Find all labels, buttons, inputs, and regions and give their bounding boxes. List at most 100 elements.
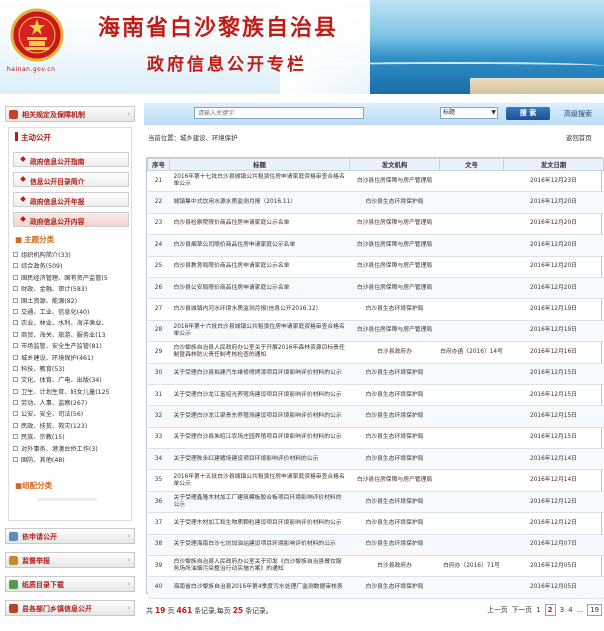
row-title-link[interactable]: 2016年第十六批白沙县城镇公共租赁住房申请家庭资格审查合格名单公示 <box>169 320 350 343</box>
topic-item[interactable]: 商贸、海关、旅游、服务业(13 <box>13 330 127 341</box>
row-number: 36 <box>147 491 170 514</box>
row-title-link[interactable]: 白沙县公安局限价商品住房申请家庭公示名单 <box>169 277 350 300</box>
chevron-right-icon: › <box>127 604 130 612</box>
topic-item[interactable]: 卫生、计划生育、妇女儿童(125 <box>13 387 127 398</box>
row-title-link[interactable]: 白沙黎族自治县人民政府办公室关于开展2016年森林资源目标责任制暨森林防火责任制… <box>169 341 350 364</box>
row-title-link[interactable]: 城镇集中式饮用水源水质监测月报（2016.11） <box>169 191 350 214</box>
next-page-link[interactable]: 下一页 <box>512 604 532 614</box>
table-row[interactable]: 22 城镇集中式饮用水源水质监测月报（2016.11） 白沙县生态环境保护局 2016… <box>147 191 604 214</box>
row-title-link[interactable]: 白沙县教育局限价商品住房申请家庭公示名单 <box>169 256 350 278</box>
search-field-select[interactable]: 标题 ▼ <box>440 107 498 119</box>
row-doc-no <box>439 363 504 385</box>
sidebar-section-regulations[interactable]: 相关规定及保障机制 › <box>5 106 135 122</box>
site-domain: hainan.gov.cn <box>7 66 56 73</box>
row-number: 26 <box>147 277 170 300</box>
sidebar-section-on-request[interactable]: 依申请公开 › <box>5 528 135 544</box>
table-row[interactable]: 26 白沙县公安局限价商品住房申请家庭公示名单 白沙县住房保障与房产管理局 2016年… <box>147 277 604 300</box>
row-title-link[interactable]: 关于受理陈永红建猪场建设项目环境影响评价材料的公示 <box>169 448 350 471</box>
row-title-link[interactable]: 白沙县城镇内河水环境水质监测月报(信息公开2016.12） <box>169 298 350 321</box>
row-title-link[interactable]: 2016年第十七批白沙县城镇公共租赁住房申请家庭资格审查合格名单公示 <box>169 170 350 193</box>
table-row[interactable]: 38 关于受理海南白沙七坊加油站建设项目环境影响评价材料的公示 白沙县生态环境保护局… <box>147 534 604 557</box>
topic-item[interactable]: 交通、工业、信息化(40) <box>13 307 127 318</box>
table-row[interactable]: 32 关于受理白沙龙江梁贵东养殖场建设项目环境影响评价材料的公示 白沙县生态环境保护… <box>147 405 604 428</box>
search-input[interactable] <box>194 107 364 119</box>
sidebar-section-catalog-download[interactable]: 纸质目录下载 › <box>5 576 135 592</box>
group-category-heading[interactable]: ■组配分类 <box>15 480 52 491</box>
table-row[interactable]: 33 关于受理白沙县朱昭江农场庄园养殖项目环境影响评价材料的公示 白沙县生态环境保护… <box>147 427 604 450</box>
table-row[interactable]: 35 2016年第十五批白沙县城镇公共租赁住房申请家庭资格审查合格名单公示 白沙县住… <box>147 469 604 492</box>
topic-item[interactable]: 科技、教育(53) <box>13 364 127 375</box>
row-doc-no <box>439 405 504 428</box>
per-page: 25 <box>232 606 244 615</box>
page-link[interactable]: 3 <box>560 606 564 614</box>
last-page-link[interactable]: 19 <box>587 604 602 616</box>
row-doc-no <box>439 170 504 193</box>
page-link[interactable]: 4 <box>568 606 572 614</box>
row-number: 37 <box>147 512 170 535</box>
main-open-panel: 主动公开 政府信息公开指南 信息公开目录简介 政府信息公开年报 政府信息公开内容… <box>8 127 132 521</box>
row-title-link[interactable]: 关于受理白沙龙江梁贵东养殖场建设项目环境影响评价材料的公示 <box>169 405 350 428</box>
row-title-link[interactable]: 2016年第十五批白沙县城镇公共租赁住房申请家庭资格审查合格名单公示 <box>169 469 350 492</box>
row-title-link[interactable]: 关于受理海南白沙七坊加油站建设项目环境影响评价材料的公示 <box>169 534 350 557</box>
topic-item[interactable]: 文化、体育、广电、出版(34) <box>13 375 127 386</box>
row-title-link[interactable]: 海南省白沙黎族自治县2016年第4季度污水处理厂监测数据审核表 <box>169 576 350 599</box>
row-date: 2016年12月20日 <box>503 234 604 257</box>
nav-annual-report-button[interactable]: 政府信息公开年报 <box>13 192 129 207</box>
row-title-link[interactable]: 关于受理木材加工和生物质颗粒建设项目环境影响评价材料的公示 <box>169 512 350 535</box>
row-org: 白沙县住房保障与房产管理局 <box>349 256 440 278</box>
prev-page-link[interactable]: 上一页 <box>487 604 507 614</box>
table-row[interactable]: 37 关于受理木材加工和生物质颗粒建设项目环境影响评价材料的公示 白沙县生态环境保护… <box>147 512 604 535</box>
nav-guide-button[interactable]: 政府信息公开指南 <box>13 152 129 167</box>
table-row[interactable]: 30 关于受理白沙县拟建汽车维修喷烤漆项目环境影响评价材料的公示 白沙县生态环境保护… <box>147 363 604 385</box>
row-doc-no <box>439 448 504 471</box>
topic-item[interactable]: 国民经济管理、国有资产监管(5 <box>13 273 127 284</box>
topic-item[interactable]: 市场监管、安全生产监管(81) <box>13 341 127 352</box>
table-row[interactable]: 40 海南省白沙黎族自治县2016年第4季度污水处理厂监测数据审核表 白沙县生态环境… <box>147 576 604 599</box>
table-row[interactable]: 39 白沙黎族自治县人民政府办公室关于印发《白沙黎族自治县餐饮服务场所油烟污染整治… <box>147 555 604 578</box>
back-home-link[interactable]: 返回首页 <box>566 133 592 142</box>
row-number: 35 <box>147 469 170 492</box>
page-link[interactable]: 1 <box>536 606 540 614</box>
table-row[interactable]: 27 白沙县城镇内河水环境水质监测月报(信息公开2016.12） 白沙县生态环境保护… <box>147 298 604 321</box>
row-title-link[interactable]: 关于受理白沙县拟建汽车维修喷烤漆项目环境影响评价材料的公示 <box>169 363 350 385</box>
table-row[interactable]: 36 关于受理鑫隆木材加工厂建筑模板胶合板项目环境影响评价材料的公示 白沙县生态环境… <box>147 491 604 514</box>
search-button[interactable]: 搜 索 <box>506 107 550 120</box>
row-org: 白沙县政府办 <box>349 341 440 364</box>
table-row[interactable]: 25 白沙县教育局限价商品住房申请家庭公示名单 白沙县住房保障与房产管理局 2016年… <box>147 256 604 278</box>
row-title-link[interactable]: 白沙黎族自治县人民政府办公室关于印发《白沙黎族自治县餐饮服务场所油烟污染整治行动… <box>169 555 350 578</box>
row-org: 白沙县住房保障与房产管理局 <box>349 320 440 343</box>
sidebar-section-departments[interactable]: 县各部门乡镇信息公开 › <box>5 600 135 616</box>
sidebar-section-report[interactable]: 监督举报 › <box>5 552 135 568</box>
nav-content-button[interactable]: 政府信息公开内容 <box>13 212 129 227</box>
topic-item[interactable]: 财政、金融、审计(583) <box>13 284 127 295</box>
topic-item[interactable]: 城乡建设、环境保护(461) <box>13 353 127 364</box>
topic-item[interactable]: 组织机构简介(33) <box>13 250 127 261</box>
topic-item[interactable]: 对外事务、港澳台侨工作(3) <box>13 444 127 455</box>
row-date: 2016年12月14日 <box>503 448 604 471</box>
topic-item[interactable]: 公安、安全、司法(56) <box>13 409 127 420</box>
table-row[interactable]: 29 白沙黎族自治县人民政府办公室关于开展2016年森林资源目标责任制暨森林防火责… <box>147 341 604 364</box>
topic-item[interactable]: 民政、扶贫、救灾(123) <box>13 421 127 432</box>
topic-item[interactable]: 国土资源、能源(82) <box>13 296 127 307</box>
row-title-link[interactable]: 关于受理鑫隆木材加工厂建筑模板胶合板项目环境影响评价材料的公示 <box>169 491 350 514</box>
topic-item[interactable]: 农业、林业、水利、海洋渔业、 <box>13 318 127 329</box>
table-row[interactable]: 28 2016年第十六批白沙县城镇公共租赁住房申请家庭资格审查合格名单公示 白沙县住… <box>147 320 604 343</box>
topic-item[interactable]: 综合政务(509) <box>13 261 127 272</box>
advanced-search-link[interactable]: 高级搜索 <box>564 109 592 119</box>
topic-item[interactable]: 国防、其他(48) <box>13 455 127 466</box>
table-row[interactable]: 31 关于受理白沙龙江富绍光养殖场建设项目环境影响评价材料的公示 白沙县生态环境保护… <box>147 384 604 407</box>
download-icon <box>9 580 18 589</box>
row-title-link[interactable]: 关于受理白沙县朱昭江农场庄园养殖项目环境影响评价材料的公示 <box>169 427 350 450</box>
row-title-link[interactable]: 白沙县检察院限价商品住房申请家庭公示名单 <box>169 213 350 236</box>
row-title-link[interactable]: 关于受理白沙龙江富绍光养殖场建设项目环境影响评价材料的公示 <box>169 384 350 407</box>
topic-item[interactable]: 民族、宗教(15) <box>13 432 127 443</box>
topic-item[interactable]: 劳动、人事、监察(267) <box>13 398 127 409</box>
table-row[interactable]: 23 白沙县检察院限价商品住房申请家庭公示名单 白沙县住房保障与房产管理局 2016年… <box>147 213 604 236</box>
table-row[interactable]: 21 2016年第十七批白沙县城镇公共租赁住房申请家庭资格审查合格名单公示 白沙县住… <box>147 170 604 193</box>
nav-catalog-intro-button[interactable]: 信息公开目录简介 <box>13 172 129 187</box>
topic-item-label: 对外事务、港澳台侨工作(3) <box>21 445 98 453</box>
topic-item-label: 农业、林业、水利、海洋渔业、 <box>21 320 108 328</box>
table-row[interactable]: 24 白沙县烟草公司限价商品住房申请家庭公示名单 白沙县住房保障与房产管理局 2016… <box>147 234 604 257</box>
table-row[interactable]: 34 关于受理陈永红建猪场建设项目环境影响评价材料的公示 白沙县生态环境保护局 201… <box>147 448 604 471</box>
row-title-link[interactable]: 白沙县烟草公司限价商品住房申请家庭公示名单 <box>169 234 350 257</box>
